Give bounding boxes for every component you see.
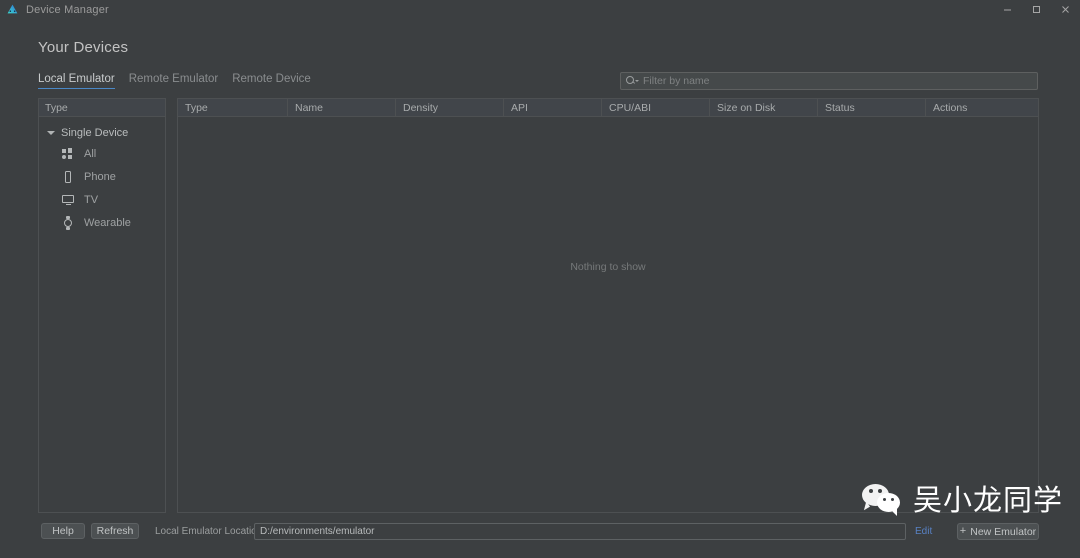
tree-item-label: All xyxy=(84,147,97,160)
android-studio-icon xyxy=(6,3,19,16)
tree-header: Type xyxy=(39,99,165,117)
device-type-tree-panel: Type Single Device All Phone TV Wearable xyxy=(38,98,166,513)
tree-item-label: Wearable xyxy=(84,216,131,229)
tab-remote-device[interactable]: Remote Device xyxy=(232,73,311,89)
new-emulator-button[interactable]: + New Emulator xyxy=(957,523,1039,540)
chevron-down-icon[interactable] xyxy=(47,130,55,135)
emulator-location-value: D:/environments/emulator xyxy=(260,526,375,537)
column-header-type[interactable]: Type xyxy=(178,99,288,116)
column-header-density[interactable]: Density xyxy=(396,99,504,116)
maximize-icon[interactable] xyxy=(1022,0,1051,19)
device-tabs: Local Emulator Remote Emulator Remote De… xyxy=(38,73,311,89)
edit-link[interactable]: Edit xyxy=(915,526,932,537)
refresh-button[interactable]: Refresh xyxy=(91,523,139,539)
column-header-cpu-abi[interactable]: CPU/ABI xyxy=(602,99,710,116)
close-icon[interactable] xyxy=(1051,0,1080,19)
title-bar: Device Manager xyxy=(0,0,1080,19)
tree-item-all[interactable]: All xyxy=(39,142,165,165)
window-controls xyxy=(993,0,1080,19)
column-header-status[interactable]: Status xyxy=(818,99,926,116)
emulator-location-label: Local Emulator Location: xyxy=(155,526,266,537)
column-header-actions[interactable]: Actions xyxy=(926,99,1038,116)
tree-header-label: Type xyxy=(45,101,68,114)
column-header-name[interactable]: Name xyxy=(288,99,396,116)
tab-remote-emulator[interactable]: Remote Emulator xyxy=(129,73,218,89)
page-title: Your Devices xyxy=(38,39,129,56)
help-button[interactable]: Help xyxy=(41,523,85,539)
tree-item-phone[interactable]: Phone xyxy=(39,165,165,188)
window-title: Device Manager xyxy=(26,3,109,16)
phone-icon xyxy=(61,170,75,184)
tree-item-wearable[interactable]: Wearable xyxy=(39,211,165,234)
filter-placeholder: Filter by name xyxy=(643,75,710,87)
plus-icon: + xyxy=(959,525,967,537)
minimize-icon[interactable] xyxy=(993,0,1022,19)
devices-table-panel: Type Name Density API CPU/ABI Size on Di… xyxy=(177,98,1039,513)
watch-icon xyxy=(61,215,75,230)
tree-item-label: TV xyxy=(84,193,99,206)
search-icon[interactable] xyxy=(624,73,640,89)
emulator-location-input[interactable]: D:/environments/emulator xyxy=(254,523,906,540)
table-header-row: Type Name Density API CPU/ABI Size on Di… xyxy=(178,99,1038,117)
tab-local-emulator[interactable]: Local Emulator xyxy=(38,73,115,89)
new-emulator-label: New Emulator xyxy=(970,525,1037,538)
empty-state-message: Nothing to show xyxy=(570,261,646,273)
all-devices-icon xyxy=(61,147,75,161)
tree-group-label: Single Device xyxy=(61,126,129,139)
column-header-api[interactable]: API xyxy=(504,99,602,116)
tree-body: Single Device All Phone TV Wearable xyxy=(39,117,165,234)
tv-icon xyxy=(61,193,75,207)
tree-item-tv[interactable]: TV xyxy=(39,188,165,211)
tree-group-single-device[interactable]: Single Device xyxy=(39,123,165,142)
filter-input[interactable]: Filter by name xyxy=(620,72,1038,90)
table-body: Nothing to show xyxy=(178,117,1038,512)
column-header-size-on-disk[interactable]: Size on Disk xyxy=(710,99,818,116)
tree-item-label: Phone xyxy=(84,170,116,183)
